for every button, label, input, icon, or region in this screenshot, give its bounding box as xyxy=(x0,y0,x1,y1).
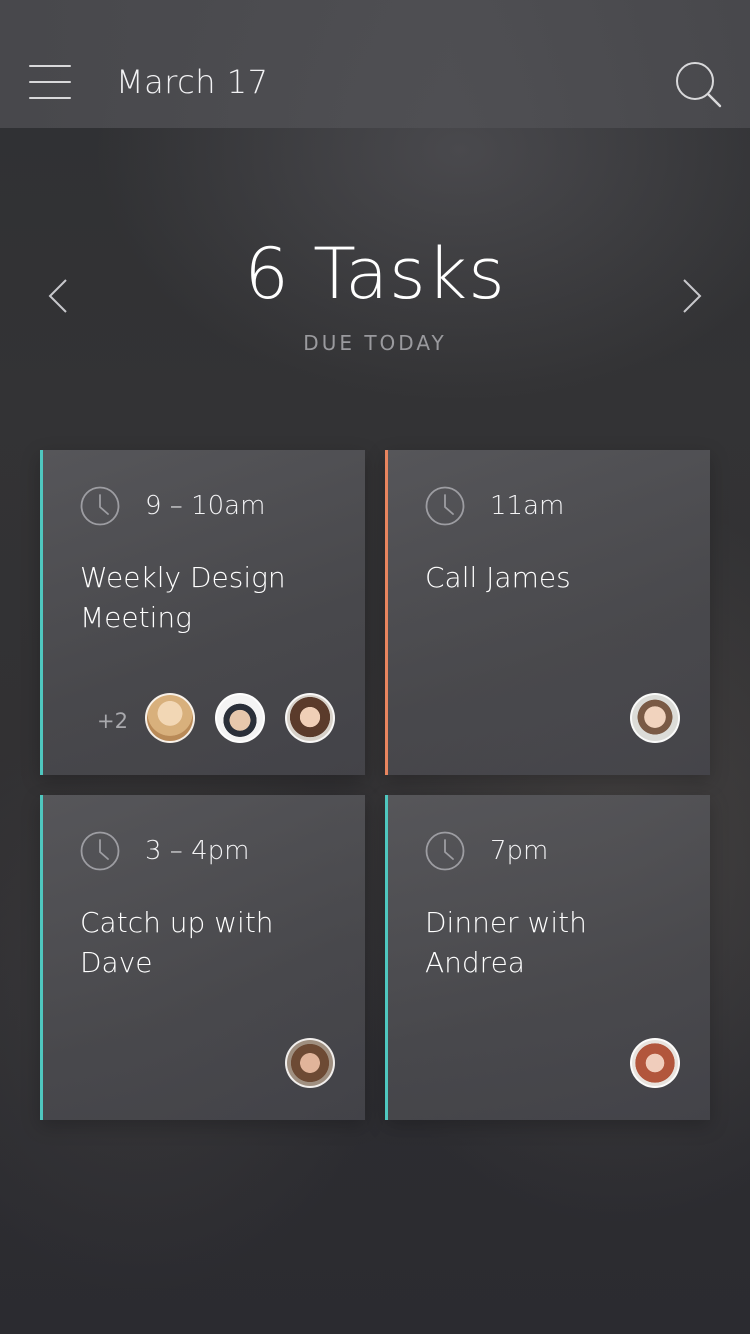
task-title: Call James xyxy=(425,561,571,594)
app-header: March 17 xyxy=(0,0,750,128)
task-count-title: 6 Tasks xyxy=(244,233,506,315)
extra-attendees-count: +2 xyxy=(97,709,128,733)
avatar[interactable] xyxy=(145,693,195,743)
task-card-dinner-with-andrea[interactable]: 7pm Dinner with Andrea xyxy=(385,795,710,1120)
task-time: 9 – 10am xyxy=(145,491,266,521)
task-card-weekly-design-meeting[interactable]: 9 – 10am Weekly Design Meeting +2 xyxy=(40,450,365,775)
header-date: March 17 xyxy=(116,63,269,101)
task-time: 7pm xyxy=(490,836,549,866)
clock-icon xyxy=(425,486,465,526)
clock-icon xyxy=(80,831,120,871)
search-icon[interactable] xyxy=(674,60,722,108)
avatar[interactable] xyxy=(630,693,680,743)
chevron-right-icon[interactable] xyxy=(680,278,704,314)
task-card-catch-up-with-dave[interactable]: 3 – 4pm Catch up with Dave xyxy=(40,795,365,1120)
task-title: Dinner with Andrea xyxy=(425,906,587,979)
task-time: 11am xyxy=(490,491,565,521)
task-title: Weekly Design Meeting xyxy=(80,561,286,634)
due-today-subtitle: DUE TODAY xyxy=(303,331,447,355)
task-time: 3 – 4pm xyxy=(145,836,250,866)
hamburger-menu-icon[interactable] xyxy=(29,64,71,100)
avatar[interactable] xyxy=(285,1038,335,1088)
task-title: Catch up with Dave xyxy=(80,906,274,979)
clock-icon xyxy=(425,831,465,871)
task-card-call-james[interactable]: 11am Call James xyxy=(385,450,710,775)
avatar[interactable] xyxy=(215,693,265,743)
avatar[interactable] xyxy=(630,1038,680,1088)
avatar[interactable] xyxy=(285,693,335,743)
clock-icon xyxy=(80,486,120,526)
